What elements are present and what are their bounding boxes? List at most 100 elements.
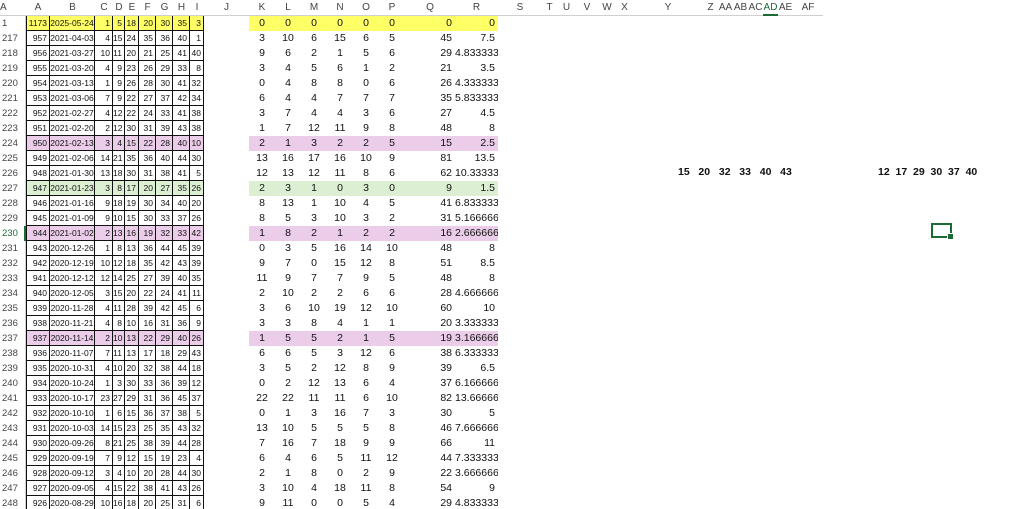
- cell-difference[interactable]: 2: [379, 211, 405, 226]
- row-header[interactable]: 225: [0, 151, 26, 166]
- cell-ball-number[interactable]: 33: [173, 61, 190, 76]
- cell-ball-number[interactable]: 40: [190, 46, 204, 61]
- cell-difference[interactable]: 10: [301, 301, 327, 316]
- cell-difference[interactable]: 0: [301, 16, 327, 31]
- cell-ball-number[interactable]: 32: [156, 226, 173, 241]
- cell-average[interactable]: 4.83333333: [455, 496, 498, 509]
- cell-ball-number[interactable]: 40: [173, 196, 190, 211]
- cell-ball-number[interactable]: 30: [125, 376, 139, 391]
- cell-sum[interactable]: 54: [405, 481, 455, 496]
- cell-draw-date[interactable]: 2021-03-06: [50, 91, 95, 106]
- cell-ball-number[interactable]: 1: [95, 16, 113, 31]
- cell-difference[interactable]: 5: [275, 211, 301, 226]
- cell-ball-number[interactable]: 27: [139, 271, 156, 286]
- cell-ball-number[interactable]: 9: [113, 91, 125, 106]
- cell-average[interactable]: 5.16666667: [455, 211, 498, 226]
- cell-ball-number[interactable]: 15: [139, 451, 156, 466]
- cell-sum[interactable]: 37: [405, 376, 455, 391]
- cell-average[interactable]: 11: [455, 436, 498, 451]
- cell-difference[interactable]: 1: [353, 61, 379, 76]
- cell-ball-number[interactable]: 21: [139, 46, 156, 61]
- cell-difference[interactable]: 6: [249, 91, 275, 106]
- cell-difference[interactable]: 10: [275, 31, 301, 46]
- cell-difference[interactable]: 4: [379, 496, 405, 509]
- cell-difference[interactable]: 1: [327, 46, 353, 61]
- cell-sum[interactable]: 81: [405, 151, 455, 166]
- cell-draw-number[interactable]: 946: [26, 196, 50, 211]
- row-header[interactable]: 229: [0, 211, 26, 226]
- cell-difference[interactable]: 1: [301, 196, 327, 211]
- cell-draw-date[interactable]: 2021-01-16: [50, 196, 95, 211]
- cell-difference[interactable]: 13: [275, 196, 301, 211]
- cell-difference[interactable]: 7: [353, 406, 379, 421]
- cell-sum[interactable]: 19: [405, 331, 455, 346]
- cell-ball-number[interactable]: 1: [95, 241, 113, 256]
- cell-difference[interactable]: 12: [301, 121, 327, 136]
- cell-difference[interactable]: 3: [275, 241, 301, 256]
- cell-average[interactable]: 6.16666667: [455, 376, 498, 391]
- cell-average[interactable]: 4.66666667: [455, 286, 498, 301]
- cell-ball-number[interactable]: 35: [173, 16, 190, 31]
- cell-ball-number[interactable]: 16: [113, 496, 125, 509]
- column-header-v[interactable]: V: [576, 0, 598, 16]
- cell-ball-number[interactable]: 30: [156, 16, 173, 31]
- cell-difference[interactable]: 3: [275, 181, 301, 196]
- cell-ball-number[interactable]: 26: [125, 76, 139, 91]
- cell-difference[interactable]: 0: [353, 16, 379, 31]
- cell-ball-number[interactable]: 4: [95, 61, 113, 76]
- column-header-i[interactable]: I: [190, 0, 204, 16]
- cell-difference[interactable]: 0: [275, 16, 301, 31]
- cell-draw-date[interactable]: 2021-04-03: [50, 31, 95, 46]
- cell-difference[interactable]: 2: [275, 376, 301, 391]
- column-header-l[interactable]: L: [275, 0, 301, 16]
- cell-ball-number[interactable]: 41: [156, 481, 173, 496]
- cell-difference[interactable]: 14: [353, 241, 379, 256]
- cell-ball-number[interactable]: 4: [95, 31, 113, 46]
- cell-ball-number[interactable]: 45: [173, 301, 190, 316]
- cell-difference[interactable]: 2: [353, 136, 379, 151]
- fill-handle[interactable]: [947, 233, 954, 240]
- column-header-h[interactable]: H: [173, 0, 190, 16]
- cell-difference[interactable]: 10: [379, 391, 405, 406]
- cell-draw-number[interactable]: 947: [26, 181, 50, 196]
- cell-average[interactable]: 9: [455, 481, 498, 496]
- cell-ball-number[interactable]: 3: [95, 286, 113, 301]
- cell-draw-number[interactable]: 927: [26, 481, 50, 496]
- cell-difference[interactable]: 6: [379, 106, 405, 121]
- cell-difference[interactable]: 2: [379, 61, 405, 76]
- cell-difference[interactable]: 2: [249, 136, 275, 151]
- column-header-ac[interactable]: AC: [748, 0, 763, 16]
- cell-ball-number[interactable]: 8: [95, 436, 113, 451]
- cell-draw-date[interactable]: 2021-01-30: [50, 166, 95, 181]
- cell-draw-date[interactable]: 2020-10-31: [50, 361, 95, 376]
- cell-ball-number[interactable]: 22: [139, 331, 156, 346]
- cell-ball-number[interactable]: 37: [173, 211, 190, 226]
- cell-difference[interactable]: 1: [301, 181, 327, 196]
- cell-average[interactable]: 6.33333333: [455, 346, 498, 361]
- cell-ball-number[interactable]: 38: [139, 481, 156, 496]
- cell-ball-number[interactable]: 20: [190, 196, 204, 211]
- cell-ball-number[interactable]: 42: [190, 226, 204, 241]
- cell-difference[interactable]: 3: [301, 211, 327, 226]
- cell-difference[interactable]: 0: [249, 376, 275, 391]
- cell-ball-number[interactable]: 45: [173, 391, 190, 406]
- cell-ball-number[interactable]: 1: [190, 31, 204, 46]
- cell-difference[interactable]: 5: [301, 346, 327, 361]
- cell-difference[interactable]: 9: [353, 271, 379, 286]
- cell-difference[interactable]: 5: [379, 31, 405, 46]
- cell-ball-number[interactable]: 41: [173, 76, 190, 91]
- column-header-z[interactable]: Z: [703, 0, 718, 16]
- cell-draw-date[interactable]: 2020-09-19: [50, 451, 95, 466]
- row-header[interactable]: 237: [0, 331, 26, 346]
- row-header[interactable]: 235: [0, 301, 26, 316]
- cell-draw-number[interactable]: 955: [26, 61, 50, 76]
- cell-difference[interactable]: 19: [327, 301, 353, 316]
- column-header-c[interactable]: C: [95, 0, 113, 16]
- cell-draw-date[interactable]: 2020-09-12: [50, 466, 95, 481]
- row-header[interactable]: 244: [0, 436, 26, 451]
- cell-ball-number[interactable]: 20: [139, 496, 156, 509]
- cell-ball-number[interactable]: 36: [156, 391, 173, 406]
- row-header[interactable]: 219: [0, 61, 26, 76]
- cell-ball-number[interactable]: 6: [190, 496, 204, 509]
- cell-draw-number[interactable]: 950: [26, 136, 50, 151]
